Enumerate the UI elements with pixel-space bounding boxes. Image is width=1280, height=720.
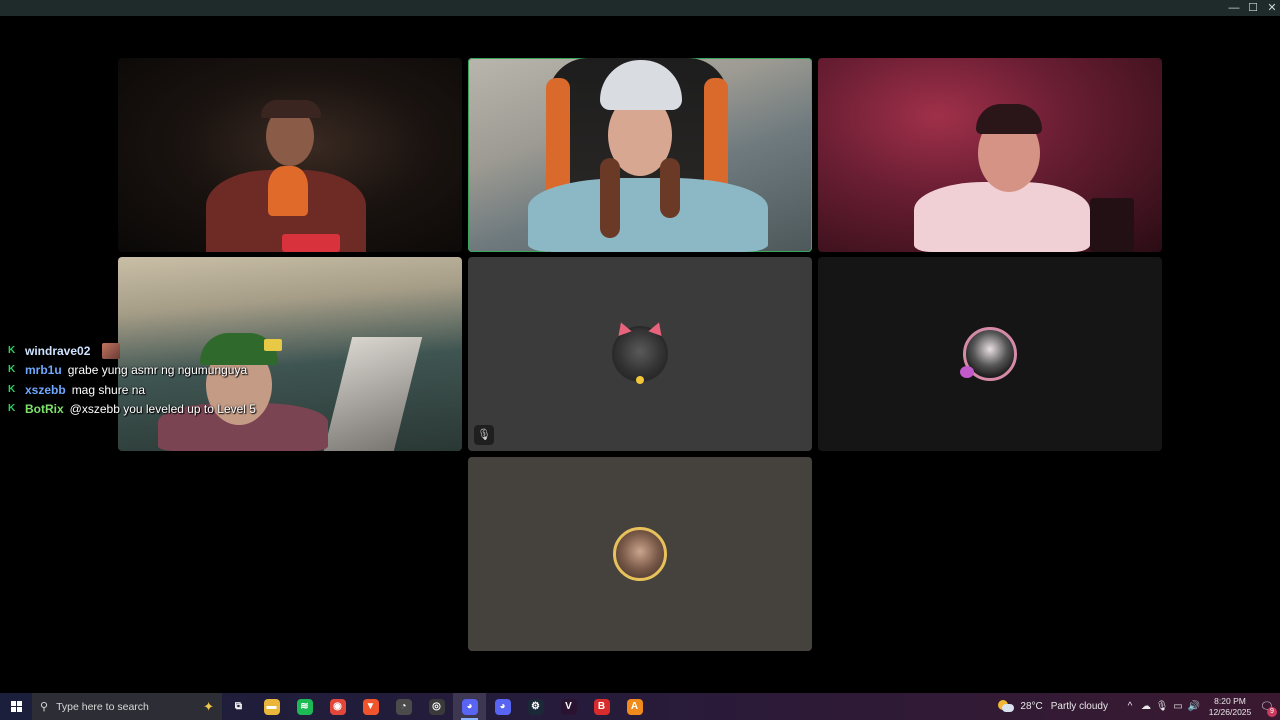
- discord-icon: ◕: [494, 698, 511, 715]
- taskbar-app-button[interactable]: ≋: [288, 693, 321, 720]
- weather-temperature: 28°C: [1020, 701, 1043, 712]
- video-tile-participant-7[interactable]: [468, 457, 812, 651]
- participant-video: [914, 182, 1090, 252]
- participant-scarf: [268, 166, 308, 216]
- notification-center-button[interactable]: 🗨 9: [1254, 693, 1280, 720]
- participant-avatar: [613, 527, 667, 581]
- chat-username[interactable]: mrb1u: [25, 363, 62, 377]
- spotify-icon: ≋: [296, 698, 313, 715]
- mic-arm: [323, 337, 423, 451]
- mug: [1090, 198, 1134, 252]
- participant-video: [528, 178, 768, 252]
- kick-badge-icon: K: [8, 383, 16, 395]
- volume-icon[interactable]: 🔊: [1186, 701, 1202, 712]
- close-button[interactable]: ✕: [1262, 0, 1280, 16]
- chat-overlay: Kwindrave02 Kmrb1u grabe yung asmr ng ngum…: [8, 341, 256, 419]
- weather-widget[interactable]: 28°C Partly cloudy: [998, 699, 1108, 714]
- cat-ear: [614, 319, 632, 337]
- monitor-icon[interactable]: ▭: [1170, 701, 1186, 712]
- brave-icon: ▼: [362, 698, 379, 715]
- participant-avatar: [960, 327, 1017, 381]
- hair: [600, 158, 620, 238]
- network-cloud-icon[interactable]: ☁: [1138, 701, 1154, 712]
- partly-cloudy-icon: [998, 699, 1015, 714]
- snail-decoration-icon: [960, 366, 974, 378]
- weather-condition: Partly cloudy: [1050, 701, 1108, 712]
- taskbar-app-button[interactable]: A: [618, 693, 651, 720]
- start-button[interactable]: [0, 693, 32, 720]
- video-tile-participant-2[interactable]: [468, 58, 812, 252]
- taskbar-app-button[interactable]: ◎: [420, 693, 453, 720]
- video-tile-participant-5[interactable]: 🎙: [468, 257, 812, 451]
- chrome-icon: ◉: [329, 698, 346, 715]
- search-placeholder: Type here to search: [56, 700, 149, 713]
- clock-date: 12/26/2025: [1208, 706, 1252, 717]
- taskbar-app-button[interactable]: ▼: [354, 693, 387, 720]
- search-icon: ⚲: [40, 701, 49, 713]
- participant-avatar: [612, 319, 668, 384]
- kick-badge-icon: K: [8, 403, 16, 415]
- video-tile-participant-6[interactable]: [818, 257, 1162, 451]
- chat-text: mag shure na: [71, 382, 146, 397]
- muted-microphone-icon[interactable]: 🎙: [474, 425, 494, 445]
- taskbar-app-button[interactable]: V: [552, 693, 585, 720]
- bitdefender-icon: B: [593, 698, 610, 715]
- bell-icon: [636, 376, 644, 384]
- video-tile-participant-1[interactable]: [118, 58, 462, 252]
- hair: [976, 104, 1042, 134]
- notification-count-badge: 9: [1267, 707, 1277, 717]
- microphone-icon[interactable]: 🎙: [1154, 701, 1170, 712]
- chat-username[interactable]: BotRix: [25, 402, 64, 416]
- archisoft-icon: A: [626, 698, 643, 715]
- pinned-apps: ⧉ ▬ ≋ ◉ ▼ ◔ ◎ ◕ ◕ ⚙ V B A: [222, 693, 651, 720]
- taskbar-app-button[interactable]: ◕: [453, 693, 486, 720]
- discord-active-icon: ◕: [461, 698, 478, 715]
- cap: [261, 100, 321, 118]
- file-explorer-icon: ▬: [263, 698, 280, 715]
- maximize-button[interactable]: ☐: [1243, 0, 1263, 16]
- windows-taskbar: ⚲ Type here to search ✦ ⧉ ▬ ≋ ◉ ▼ ◔ ◎ ◕ ◕ ⚙ V B A 28…: [0, 693, 1280, 720]
- hair: [660, 158, 680, 218]
- taskbar-app-button[interactable]: ◔: [387, 693, 420, 720]
- taskbar-app-button[interactable]: B: [585, 693, 618, 720]
- taskbar-app-button[interactable]: ◉: [321, 693, 354, 720]
- emote-icon: [102, 342, 121, 359]
- cat-ear: [648, 319, 666, 337]
- copilot-sparkle-icon[interactable]: ✦: [203, 699, 214, 715]
- video-tile-participant-3[interactable]: [818, 58, 1162, 252]
- chat-username[interactable]: xszebb: [25, 383, 66, 397]
- chat-text: grabe yung asmr ng ngumunguya: [67, 363, 248, 378]
- cap-logo: [264, 339, 282, 351]
- microphone-device: [282, 234, 340, 252]
- window-titlebar: — ☐ ✕: [0, 0, 1280, 16]
- taskbar-app-button[interactable]: ⚙: [519, 693, 552, 720]
- chevron-up-icon[interactable]: ^: [1122, 701, 1138, 712]
- clock-time: 8:20 PM: [1214, 695, 1246, 706]
- obs-icon: ◎: [428, 698, 445, 715]
- chat-message: Kmrb1u grabe yung asmr ng ngumunguya: [8, 361, 256, 381]
- chat-message: Kwindrave02: [8, 341, 256, 361]
- kick-badge-icon: K: [8, 364, 16, 376]
- taskbar-app-button[interactable]: ◕: [486, 693, 519, 720]
- steam-icon: ⚙: [527, 698, 544, 715]
- chat-username[interactable]: windrave02: [25, 344, 90, 358]
- speedometer-icon: ◔: [395, 698, 412, 715]
- chat-message: Kxszebb mag shure na: [8, 380, 256, 400]
- chat-message: K BotRix @xszebb you leveled up to Level 5: [8, 400, 256, 420]
- taskbar-app-button[interactable]: ⧉: [222, 693, 255, 720]
- taskbar-search-box[interactable]: ⚲ Type here to search ✦: [32, 693, 222, 720]
- taskbar-app-button[interactable]: ▬: [255, 693, 288, 720]
- task-view-icon: ⧉: [234, 701, 243, 712]
- tray-icons: ^ ☁ 🎙 ▭ 🔊: [1122, 701, 1202, 712]
- minimize-button[interactable]: —: [1224, 0, 1244, 16]
- taskbar-clock[interactable]: 8:20 PM 12/26/2025: [1206, 696, 1254, 718]
- system-tray: 28°C Partly cloudy ^ ☁ 🎙 ▭ 🔊 8:20 PM 12/26/2…: [998, 693, 1280, 720]
- vegas-icon: V: [560, 698, 577, 715]
- windows-logo-icon: [10, 701, 22, 712]
- kick-badge-icon: K: [8, 344, 16, 356]
- chat-text: @xszebb you leveled up to Level 5: [69, 402, 256, 417]
